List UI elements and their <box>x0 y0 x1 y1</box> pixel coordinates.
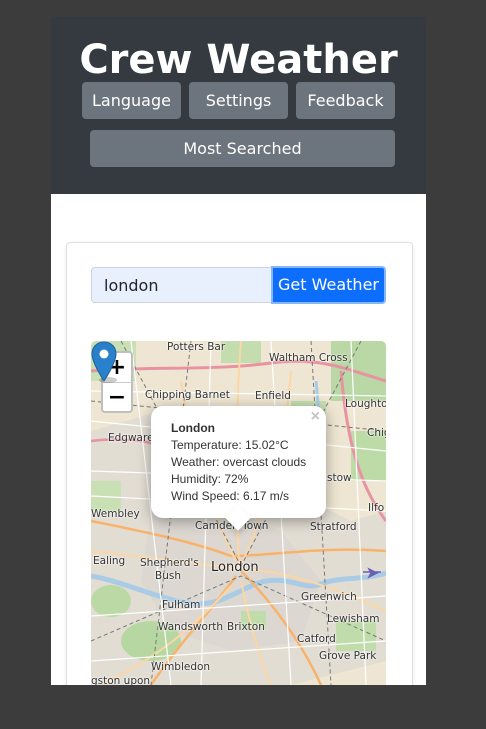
map[interactable]: Potters Bar Waltham Cross Chipping Barne… <box>91 341 386 685</box>
popup-city: London <box>171 421 215 435</box>
city-search-input[interactable] <box>91 267 271 303</box>
map-label-bush: Bush <box>155 570 181 582</box>
map-label-loughton: Loughto <box>345 398 386 410</box>
language-button[interactable]: Language <box>82 82 181 119</box>
most-searched-button[interactable]: Most Searched <box>90 130 395 167</box>
map-label-potters-bar: Potters Bar <box>167 341 226 353</box>
popup-weather: Weather: overcast clouds <box>171 455 307 469</box>
zoom-out-button[interactable]: − <box>103 383 131 412</box>
popup-wind-speed: Wind Speed: 6.17 m/s <box>171 489 290 503</box>
map-label-stratford: Stratford <box>310 521 357 533</box>
map-label-walthamstow: stow <box>327 472 352 484</box>
map-label-catford: Catford <box>297 633 336 645</box>
app-title: Crew Weather <box>79 37 398 83</box>
map-label-lewisham: Lewisham <box>327 613 380 625</box>
map-label-chipping-barnet: Chipping Barnet <box>145 389 230 401</box>
map-label-chigwell: Chig <box>367 427 386 439</box>
feedback-button[interactable]: Feedback <box>296 82 395 119</box>
map-label-edgware: Edgware <box>108 432 154 444</box>
map-label-greenwich: Greenwich <box>301 591 357 603</box>
map-label-enfield: Enfield <box>255 390 291 402</box>
map-label-kingston: gston upon <box>91 675 151 685</box>
settings-button[interactable]: Settings <box>189 82 288 119</box>
map-label-ilford: Ilfo <box>368 502 385 514</box>
app-window: Crew Weather Language Settings Feedback … <box>51 17 426 685</box>
weather-popup: × London Temperature: 15.02°C Weather: o… <box>151 406 326 531</box>
map-label-london: London <box>211 560 259 575</box>
get-weather-button[interactable]: Get Weather <box>271 266 386 304</box>
map-label-wembley: Wembley <box>91 508 140 520</box>
popup-temperature: Temperature: 15.02°C <box>171 438 289 452</box>
map-label-shepherds: Shepherd's <box>140 557 199 569</box>
map-label-waltham-cross: Waltham Cross <box>269 352 348 364</box>
map-label-grove-park: Grove Park <box>319 650 377 662</box>
map-label-wimbledon: Wimbledon <box>151 661 211 673</box>
header: Crew Weather Language Settings Feedback … <box>51 17 426 194</box>
map-label-fulham: Fulham <box>162 599 201 611</box>
popup-humidity: Humidity: 72% <box>171 472 249 486</box>
map-pin-icon[interactable] <box>91 341 117 383</box>
map-label-wandsworth: Wandsworth <box>158 621 224 633</box>
map-label-ealing: Ealing <box>93 555 126 567</box>
map-label-brixton: Brixton <box>227 621 265 633</box>
